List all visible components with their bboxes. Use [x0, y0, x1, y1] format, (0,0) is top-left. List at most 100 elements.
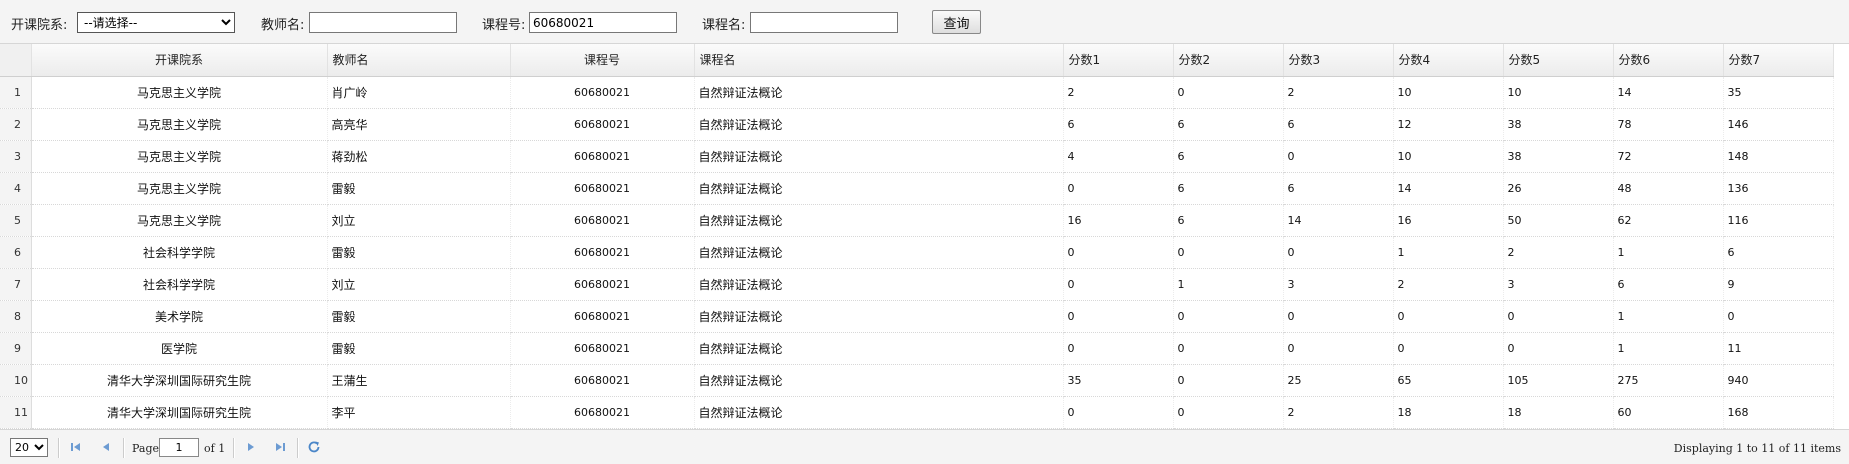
cell-score-5: 2 — [1503, 236, 1614, 269]
cell-score-3: 0 — [1283, 140, 1394, 173]
cell-dept: 清华大学深圳国际研究生院 — [31, 396, 328, 429]
table-row[interactable]: 6 社会科学学院 雷毅 60680021 自然辩证法概论 0 0 0 1 2 1… — [0, 236, 1834, 269]
cell-course-no: 60680021 — [510, 364, 695, 397]
pager-separator — [297, 438, 299, 458]
last-page-icon[interactable] — [273, 440, 287, 454]
row-number: 1 — [0, 76, 32, 109]
cell-score-1: 2 — [1063, 76, 1174, 109]
cell-score-7: 6 — [1723, 236, 1834, 269]
cell-score-7: 940 — [1723, 364, 1834, 397]
cell-dept: 马克思主义学院 — [31, 108, 328, 141]
cell-score-4: 1 — [1393, 236, 1504, 269]
col-header-score-5[interactable]: 分数5 — [1503, 44, 1614, 77]
col-header-score-4[interactable]: 分数4 — [1393, 44, 1504, 77]
cell-score-2: 0 — [1173, 300, 1284, 333]
course-name-input[interactable] — [750, 12, 898, 33]
table-row[interactable]: 9 医学院 雷毅 60680021 自然辩证法概论 0 0 0 0 0 1 11 — [0, 332, 1834, 365]
cell-course-name: 自然辩证法概论 — [694, 364, 1064, 397]
table-row[interactable]: 5 马克思主义学院 刘立 60680021 自然辩证法概论 16 6 14 16… — [0, 204, 1834, 237]
cell-score-5: 26 — [1503, 172, 1614, 205]
cell-score-1: 0 — [1063, 332, 1174, 365]
cell-score-7: 168 — [1723, 396, 1834, 429]
table-row[interactable]: 11 清华大学深圳国际研究生院 李平 60680021 自然辩证法概论 0 0 … — [0, 396, 1834, 429]
cell-score-6: 48 — [1613, 172, 1724, 205]
cell-dept: 社会科学学院 — [31, 268, 328, 301]
course-no-input[interactable] — [529, 12, 677, 33]
next-page-icon[interactable] — [244, 440, 258, 454]
cell-course-no: 60680021 — [510, 108, 695, 141]
cell-score-2: 6 — [1173, 172, 1284, 205]
cell-teacher: 李平 — [327, 396, 511, 429]
col-header-score-7[interactable]: 分数7 — [1723, 44, 1834, 77]
cell-score-1: 0 — [1063, 172, 1174, 205]
cell-teacher: 雷毅 — [327, 300, 511, 333]
table-row[interactable]: 7 社会科学学院 刘立 60680021 自然辩证法概论 0 1 3 2 3 6… — [0, 268, 1834, 301]
col-header-dept[interactable]: 开课院系 — [31, 44, 328, 77]
cell-score-5: 50 — [1503, 204, 1614, 237]
col-header-teacher[interactable]: 教师名 — [327, 44, 511, 77]
cell-teacher: 刘立 — [327, 268, 511, 301]
col-header-score-3[interactable]: 分数3 — [1283, 44, 1394, 77]
cell-course-no: 60680021 — [510, 300, 695, 333]
table-row[interactable]: 3 马克思主义学院 蒋劲松 60680021 自然辩证法概论 4 6 0 10 … — [0, 140, 1834, 173]
cell-course-no: 60680021 — [510, 76, 695, 109]
cell-course-name: 自然辩证法概论 — [694, 76, 1064, 109]
dept-select[interactable]: --请选择-- — [77, 12, 235, 33]
cell-score-6: 60 — [1613, 396, 1724, 429]
results-grid: 开课院系 教师名 课程号 课程名 分数1 分数2 分数3 分数4 分数5 分数6… — [0, 44, 1849, 429]
cell-score-6: 72 — [1613, 140, 1724, 173]
query-button[interactable]: 查询 — [932, 10, 981, 34]
table-row[interactable]: 4 马克思主义学院 雷毅 60680021 自然辩证法概论 0 6 6 14 2… — [0, 172, 1834, 205]
cell-course-name: 自然辩证法概论 — [694, 172, 1064, 205]
prev-page-icon[interactable] — [99, 440, 113, 454]
cell-course-no: 60680021 — [510, 268, 695, 301]
cell-score-5: 0 — [1503, 332, 1614, 365]
cell-dept: 马克思主义学院 — [31, 204, 328, 237]
cell-score-1: 6 — [1063, 108, 1174, 141]
pager-separator — [123, 438, 125, 458]
cell-score-2: 0 — [1173, 332, 1284, 365]
table-header-row: 开课院系 教师名 课程号 课程名 分数1 分数2 分数3 分数4 分数5 分数6… — [0, 44, 1834, 77]
cell-score-6: 6 — [1613, 268, 1724, 301]
cell-score-4: 65 — [1393, 364, 1504, 397]
col-header-score-1[interactable]: 分数1 — [1063, 44, 1174, 77]
cell-score-5: 18 — [1503, 396, 1614, 429]
cell-course-name: 自然辩证法概论 — [694, 332, 1064, 365]
cell-course-name: 自然辩证法概论 — [694, 300, 1064, 333]
teacher-input[interactable] — [309, 12, 457, 33]
table-row[interactable]: 10 清华大学深圳国际研究生院 王蒲生 60680021 自然辩证法概论 35 … — [0, 364, 1834, 397]
page-of-label: of 1 — [204, 442, 226, 455]
cell-teacher: 蒋劲松 — [327, 140, 511, 173]
cell-score-5: 38 — [1503, 108, 1614, 141]
course-name-label: 课程名: — [702, 18, 746, 33]
cell-score-6: 62 — [1613, 204, 1724, 237]
cell-course-name: 自然辩证法概论 — [694, 204, 1064, 237]
row-number: 11 — [0, 396, 32, 429]
col-header-course-no[interactable]: 课程号 — [510, 44, 695, 77]
cell-score-1: 0 — [1063, 396, 1174, 429]
refresh-icon[interactable] — [307, 440, 321, 454]
row-number: 5 — [0, 204, 32, 237]
table-row[interactable]: 8 美术学院 雷毅 60680021 自然辩证法概论 0 0 0 0 0 1 0 — [0, 300, 1834, 333]
col-header-course-name[interactable]: 课程名 — [694, 44, 1064, 77]
course-no-label: 课程号: — [482, 18, 526, 33]
cell-course-name: 自然辩证法概论 — [694, 236, 1064, 269]
cell-course-no: 60680021 — [510, 204, 695, 237]
cell-dept: 马克思主义学院 — [31, 172, 328, 205]
col-header-score-2[interactable]: 分数2 — [1173, 44, 1284, 77]
table-row[interactable]: 2 马克思主义学院 高亮华 60680021 自然辩证法概论 6 6 6 12 … — [0, 108, 1834, 141]
page-size-select[interactable]: 20 — [10, 438, 48, 457]
cell-course-no: 60680021 — [510, 396, 695, 429]
cell-score-2: 0 — [1173, 236, 1284, 269]
table-row[interactable]: 1 马克思主义学院 肖广岭 60680021 自然辩证法概论 2 0 2 10 … — [0, 76, 1834, 109]
page-number-input[interactable] — [159, 438, 199, 457]
cell-score-4: 14 — [1393, 172, 1504, 205]
cell-score-1: 0 — [1063, 300, 1174, 333]
col-header-score-6[interactable]: 分数6 — [1613, 44, 1724, 77]
cell-teacher: 雷毅 — [327, 236, 511, 269]
first-page-icon[interactable] — [69, 440, 83, 454]
cell-score-7: 11 — [1723, 332, 1834, 365]
cell-score-1: 35 — [1063, 364, 1174, 397]
cell-score-7: 146 — [1723, 108, 1834, 141]
cell-score-5: 0 — [1503, 300, 1614, 333]
